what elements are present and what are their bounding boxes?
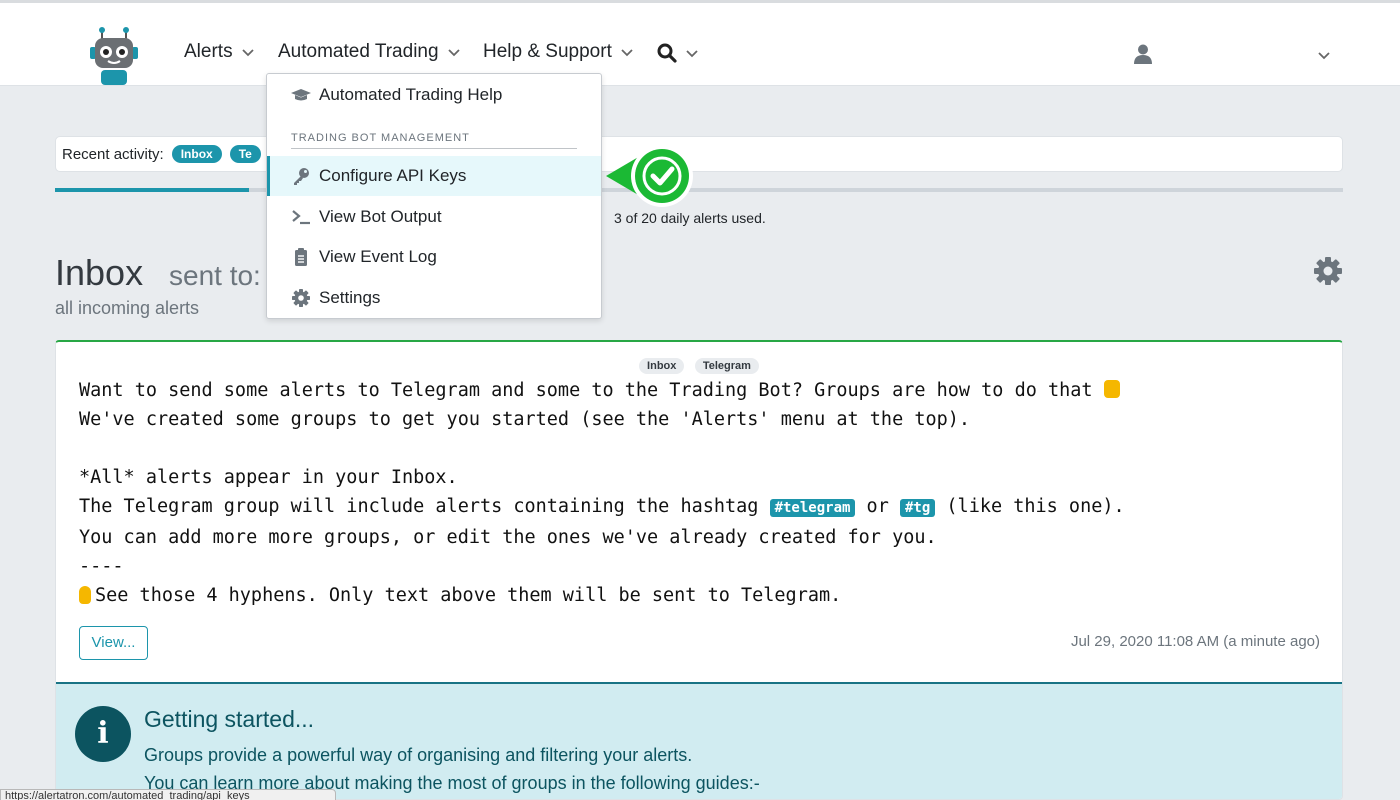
user-icon[interactable] bbox=[1132, 43, 1154, 65]
tag-telegram: Telegram bbox=[694, 358, 759, 374]
top-navbar: Alerts Automated Trading Help & Support bbox=[0, 0, 1400, 86]
menu-item-label: View Bot Output bbox=[319, 207, 442, 226]
menu-item-label: Settings bbox=[319, 288, 381, 307]
check-pointer-icon bbox=[606, 145, 693, 207]
menu-item-trading-help[interactable]: Automated Trading Help bbox=[267, 75, 601, 115]
alert-message: Want to send some alerts to Telegram and… bbox=[79, 376, 1125, 610]
alert-line-4c: (like this one). bbox=[935, 496, 1125, 517]
pointing-up-icon bbox=[79, 586, 91, 604]
getting-started-line-1: Groups provide a powerful way of organis… bbox=[144, 745, 693, 765]
nav-automated-trading[interactable]: Automated Trading bbox=[278, 41, 461, 63]
alert-line-4a: The Telegram group will include alerts c… bbox=[79, 496, 770, 517]
menu-item-configure-api-keys[interactable]: Configure API Keys bbox=[267, 156, 601, 196]
robot-logo[interactable] bbox=[86, 25, 142, 87]
chevron-down-icon bbox=[447, 49, 460, 57]
info-icon: i bbox=[75, 706, 131, 762]
alert-line-1: Want to send some alerts to Telegram and… bbox=[79, 380, 1104, 401]
menu-item-view-event-log[interactable]: View Event Log bbox=[267, 237, 601, 277]
recent-pill-inbox[interactable]: Inbox bbox=[171, 145, 222, 163]
clipboard-icon bbox=[295, 248, 307, 266]
nav-automated-trading-label: Automated Trading bbox=[278, 41, 439, 62]
thumbs-up-icon bbox=[1103, 380, 1120, 398]
alert-line-6: ---- bbox=[79, 556, 124, 577]
recent-activity-label: Recent activity: bbox=[62, 145, 164, 163]
getting-started-title: Getting started... bbox=[144, 706, 315, 732]
chevron-down-icon bbox=[686, 50, 698, 58]
nav-search[interactable] bbox=[657, 43, 699, 63]
nav-alerts[interactable]: Alerts bbox=[184, 41, 255, 63]
key-icon bbox=[294, 168, 309, 185]
menu-item-settings[interactable]: Settings bbox=[267, 278, 601, 318]
gear-icon bbox=[292, 289, 310, 307]
search-icon bbox=[657, 43, 677, 63]
tag-inbox: Inbox bbox=[639, 358, 685, 374]
usage-progress-fill bbox=[55, 188, 249, 192]
menu-divider bbox=[291, 148, 577, 149]
nav-help-label: Help & Support bbox=[483, 41, 612, 62]
menu-item-label: View Event Log bbox=[319, 247, 437, 266]
getting-started-panel: i Getting started... Groups provide a po… bbox=[56, 682, 1342, 799]
menu-section-header: TRADING BOT MANAGEMENT bbox=[291, 132, 470, 144]
alert-tags: Inbox Telegram bbox=[56, 356, 1342, 374]
chevron-down-icon[interactable] bbox=[1317, 48, 1331, 62]
alert-line-2: We've created some groups to get you sta… bbox=[79, 409, 971, 430]
alert-line-3: *All* alerts appear in your Inbox. bbox=[79, 467, 458, 488]
menu-item-trading-help-label: Automated Trading Help bbox=[319, 85, 503, 104]
page-subtitle: all incoming alerts bbox=[55, 298, 200, 318]
menu-item-label: Configure API Keys bbox=[319, 166, 467, 185]
view-button[interactable]: View... bbox=[79, 626, 148, 660]
alert-line-4b: or bbox=[855, 496, 900, 517]
sent-to-label: sent to: bbox=[169, 260, 261, 291]
alert-line-5: You can add more more groups, or edit th… bbox=[79, 527, 937, 548]
terminal-icon bbox=[292, 210, 310, 225]
graduation-cap-icon bbox=[291, 89, 311, 101]
chevron-down-icon bbox=[621, 49, 633, 57]
alert-card: Inbox Telegram Want to send some alerts … bbox=[55, 340, 1343, 800]
alert-timestamp: Jul 29, 2020 11:08 AM (a minute ago) bbox=[1070, 633, 1320, 650]
recent-pill-telegram[interactable]: Te bbox=[229, 145, 261, 163]
menu-item-view-bot-output[interactable]: View Bot Output bbox=[267, 197, 601, 237]
page-title: Inbox bbox=[55, 252, 144, 293]
alerts-used-text: 3 of 20 daily alerts used. bbox=[614, 210, 766, 226]
recent-activity-bar: Recent activity: Inbox Te bbox=[55, 136, 1343, 172]
browser-status-bar: https://alertatron.com/automated_trading… bbox=[0, 789, 336, 800]
automated-trading-dropdown: Automated Trading Help TRADING BOT MANAG… bbox=[266, 73, 602, 319]
gear-icon[interactable] bbox=[1313, 256, 1343, 286]
hashtag-tg: #tg bbox=[899, 499, 936, 517]
nav-alerts-label: Alerts bbox=[184, 41, 233, 62]
alert-line-7: See those 4 hyphens. Only text above the… bbox=[95, 585, 842, 606]
hashtag-telegram: #telegram bbox=[769, 499, 856, 517]
nav-help-support[interactable]: Help & Support bbox=[483, 41, 634, 63]
chevron-down-icon bbox=[241, 49, 254, 57]
